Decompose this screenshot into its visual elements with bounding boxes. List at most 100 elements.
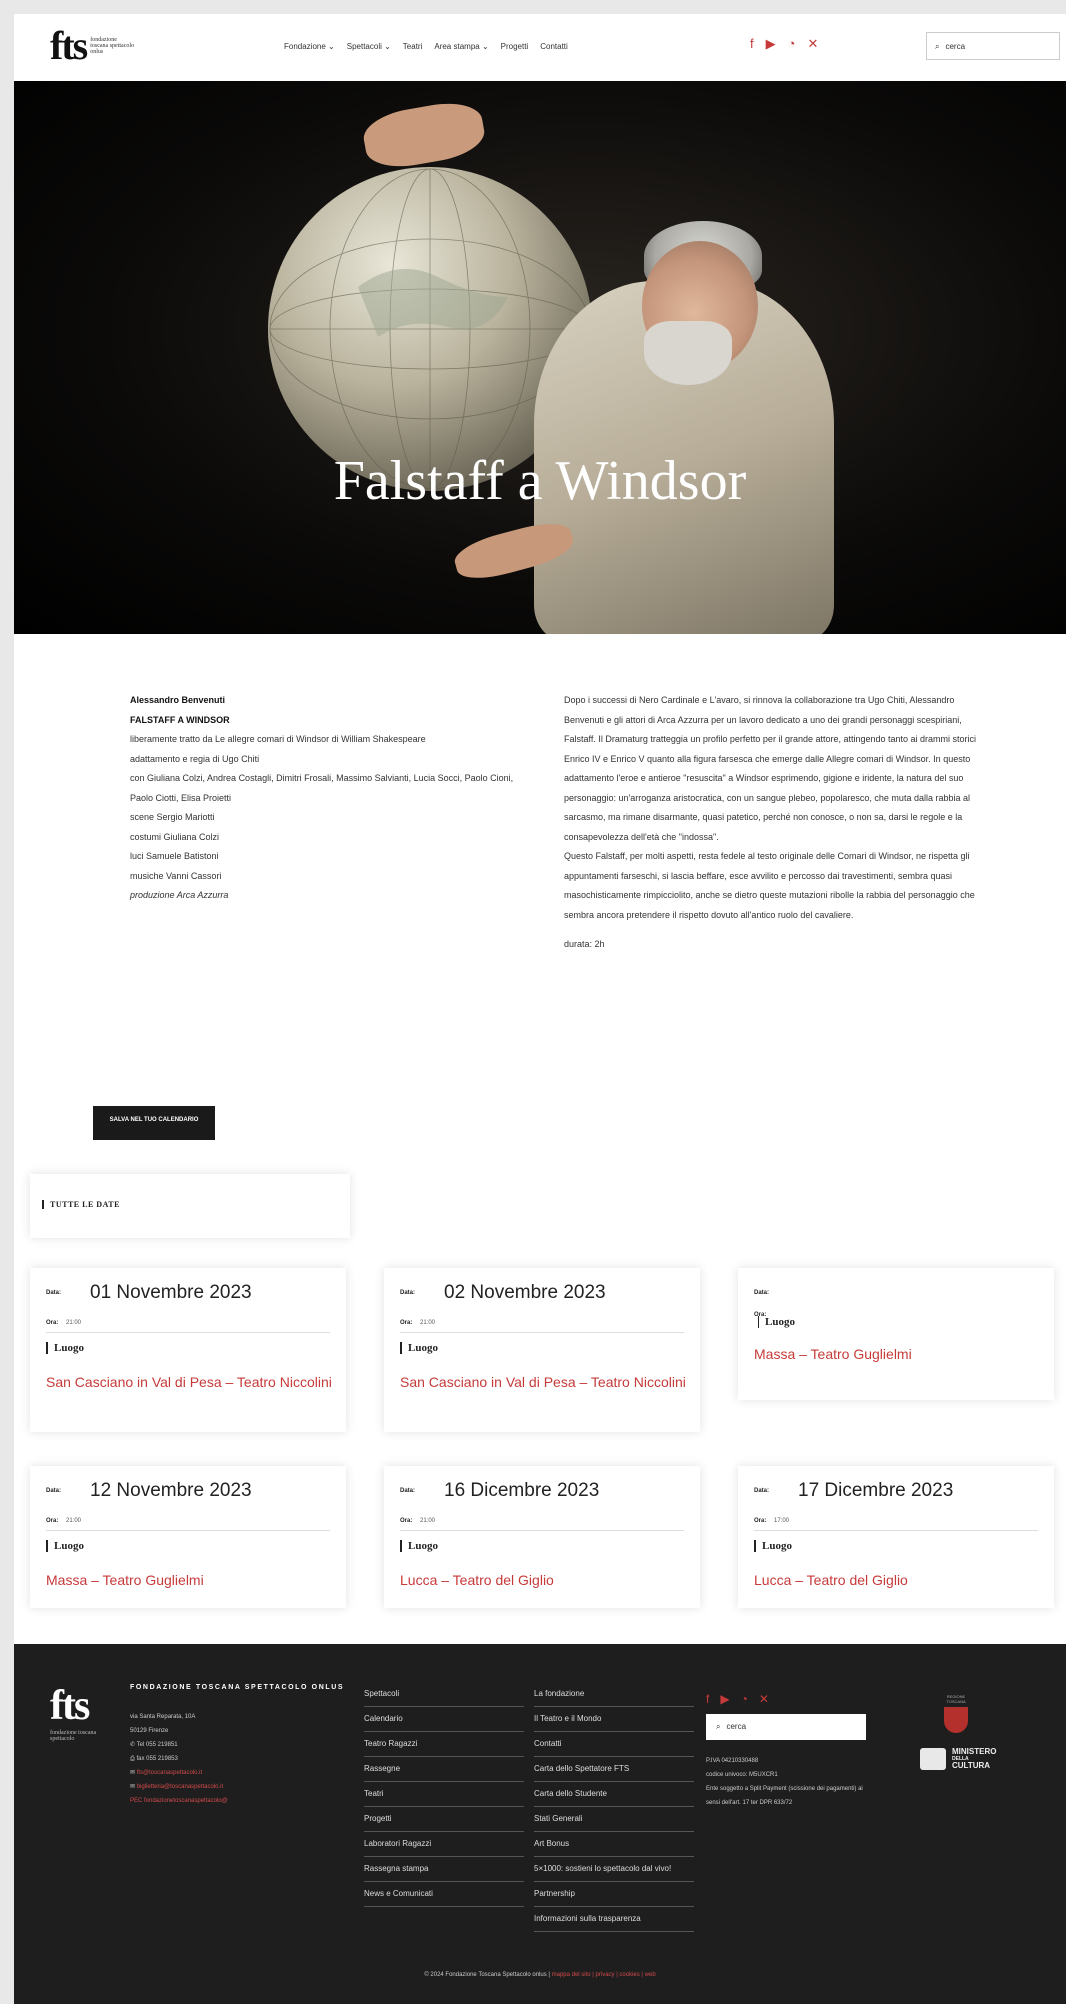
footer-link[interactable]: Carta dello Studente [534,1782,694,1807]
footer-link[interactable]: Carta dello Spettatore FTS [534,1757,694,1782]
venue-link[interactable]: San Casciano in Val di Pesa – Teatro Nic… [400,1372,690,1393]
search-icon: ⌕ [716,1722,721,1731]
date-label: Data: [400,1290,416,1296]
footer-link[interactable]: Progetti [364,1807,524,1832]
main-nav: Fondazione ⌄ Spettacoli ⌄ Teatri Area st… [284,42,568,51]
event-time: 21:00 [66,1518,82,1524]
footer-link[interactable]: Rassegna stampa [364,1857,524,1882]
pec-line: PEC fondazionetoscanaspettacolo@ [130,1794,228,1808]
vat-number: P.IVA 04210330488 [706,1758,759,1764]
credits-line: produzione Arca Azzurra [130,890,229,900]
footer-link[interactable]: Il Teatro e il Mondo [534,1707,694,1732]
description-paragraph: Dopo i successi di Nero Cardinale e L'av… [564,695,977,842]
search-placeholder: cerca [945,42,966,51]
footer-link[interactable]: Contatti [534,1732,694,1757]
facebook-icon[interactable]: f [706,1692,709,1706]
actor-beard [644,321,732,385]
all-dates-heading: TUTTE LE DATE [42,1200,120,1209]
search-placeholder: cerca [726,1722,747,1731]
footer-link[interactable]: Spettacoli [364,1682,524,1707]
ministry-line: CULTURA [952,1761,991,1770]
footer-link[interactable]: Partnership [534,1882,694,1907]
email-link[interactable]: fts@toscanaspettacolo.it [137,1770,202,1776]
x-icon[interactable]: ✕ [759,1692,769,1706]
site-logo[interactable]: fts fondazione toscana spettacolo onlus [50,26,136,66]
venue-link[interactable]: Massa – Teatro Guglielmi [754,1344,1044,1365]
youtube-icon[interactable]: ▶ [766,36,776,52]
hero-banner: Falstaff a Windsor [14,81,1066,634]
search-input[interactable]: ⌕ cerca [926,32,1060,60]
footer-link[interactable]: Art Bonus [534,1832,694,1857]
nav-item-fondazione[interactable]: Fondazione ⌄ [284,42,335,51]
date-card: Data: 02 Novembre 2023 Ora: 21:00 Luogo … [384,1268,700,1432]
nav-item-teatri[interactable]: Teatri [403,42,423,51]
nav-item-progetti[interactable]: Progetti [501,42,529,51]
email-line: ✉ biglietteria@toscanaspettacolo.it [130,1780,228,1794]
rss-icon[interactable]: ◔ [788,36,796,52]
credits-author: Alessandro Benvenuti [130,695,226,705]
save-to-calendar-button[interactable]: SALVA NEL TUO CALENDARIO [93,1106,215,1140]
time-label: Ora: [46,1518,59,1524]
date-label: Data: [754,1290,770,1296]
place-label: Luogo [758,1316,795,1328]
event-time: 17:00 [774,1518,790,1524]
time-label: Ora: [46,1320,59,1326]
place-label: Luogo [46,1540,84,1552]
footer-link[interactable]: Stati Generali [534,1807,694,1832]
nav-item-contatti[interactable]: Contatti [540,42,568,51]
date-card: Data: Ora: Luogo Massa – Teatro Guglielm… [738,1268,1054,1400]
copyright-text: © 2024 Fondazione Toscana Spettacolo onl… [424,1972,550,1978]
facebook-icon[interactable]: f [750,36,754,52]
email-link[interactable]: biglietteria@toscanaspettacolo.it [137,1784,223,1790]
date-label: Data: [46,1488,62,1494]
footer-link[interactable]: Rassegne [364,1757,524,1782]
split-payment-note: Ente soggetto a Split Payment (scissione… [706,1786,863,1806]
mail-icon: ✉ [130,1784,137,1790]
footer-contact-info: via Santa Reparata, 10A 50129 Firenze ✆ … [130,1710,228,1808]
credits-line: con Giuliana Colzi, Andrea Costagli, Dim… [130,773,514,803]
footer-search-input[interactable]: ⌕ cerca [706,1714,866,1740]
venue-link[interactable]: San Casciano in Val di Pesa – Teatro Nic… [46,1372,336,1393]
divider [46,1530,330,1531]
date-card: Data: 12 Novembre 2023 Ora: 21:00 Luogo … [30,1466,346,1608]
footer-link[interactable]: 5×1000: sostieni lo spettacolo dal vivo! [534,1857,694,1882]
credits-title: FALSTAFF A WINDSOR [130,714,230,725]
footer-link[interactable]: Teatri [364,1782,524,1807]
all-dates-box: TUTTE LE DATE [30,1174,350,1238]
venue-link[interactable]: Lucca – Teatro del Giglio [754,1570,1044,1591]
time-label: Ora: [754,1518,767,1524]
credits-line: adattamento e regia di Ugo Chiti [130,753,260,764]
footer-link[interactable]: News e Comunicati [364,1882,524,1907]
footer-logo[interactable]: fts [50,1682,90,1730]
venue-link[interactable]: Massa – Teatro Guglielmi [46,1570,336,1591]
x-icon[interactable]: ✕ [807,36,818,52]
credits-line: liberamente tratto da Le allegre comari … [130,734,426,744]
footer-link[interactable]: Calendario [364,1707,524,1732]
event-date: 01 Novembre 2023 [90,1282,252,1303]
logo-mark: fts [50,23,88,68]
event-date: 16 Dicembre 2023 [444,1480,600,1501]
phone-number: Tel 055 219851 [136,1742,178,1748]
youtube-icon[interactable]: ▶ [720,1692,729,1706]
regione-toscana-logo[interactable]: REGIONE TOSCANA [938,1694,974,1733]
rss-icon[interactable]: ◔ [741,1692,748,1706]
pec-link[interactable]: PEC fondazionetoscanaspettacolo@ [130,1798,228,1804]
footer-link[interactable]: Laboratori Ragazzi [364,1832,524,1857]
footer-link[interactable]: Teatro Ragazzi [364,1732,524,1757]
date-label: Data: [400,1488,416,1494]
date-label: Data: [46,1290,62,1296]
search-icon: ⌕ [935,42,940,51]
nav-item-area-stampa[interactable]: Area stampa ⌄ [434,42,488,51]
show-title: Falstaff a Windsor [333,450,747,512]
ministero-cultura-logo[interactable]: MINISTERO DELLA CULTURA [920,1748,996,1770]
footer-legal-links[interactable]: mappa del sito | privacy | cookies | web [552,1972,656,1978]
footer-links-col2: La fondazione Il Teatro e il Mondo Conta… [534,1682,694,1932]
nav-item-spettacoli[interactable]: Spettacoli ⌄ [347,42,391,51]
footer-link[interactable]: Informazioni sulla trasparenza [534,1907,694,1932]
region-label: REGIONE TOSCANA [946,1694,966,1704]
time-label: Ora: [400,1320,413,1326]
footer-link[interactable]: La fondazione [534,1682,694,1707]
credits-line: scene Sergio Mariotti [130,812,215,822]
venue-link[interactable]: Lucca – Teatro del Giglio [400,1570,690,1591]
page: fts fondazione toscana spettacolo onlus … [14,14,1066,2004]
